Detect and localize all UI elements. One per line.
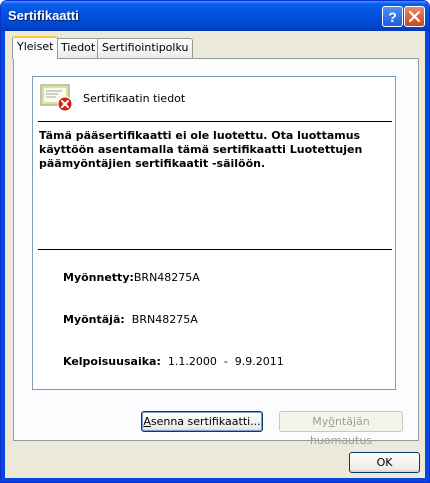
window-frame-bottom	[1, 478, 429, 482]
window-title: Sertifikaatti	[8, 8, 79, 23]
validity-label: Kelpoisuusaika:	[63, 355, 161, 368]
divider	[38, 249, 392, 250]
issued-by-label: Myöntäjä:	[63, 313, 125, 326]
issued-by-value: BRN48275A	[131, 313, 198, 326]
tab-label: Sertifiointipolku	[102, 41, 189, 54]
close-button[interactable]	[404, 6, 425, 27]
certificate-error-icon	[40, 84, 73, 112]
info-header-title: Sertifikaatin tiedot	[83, 92, 186, 105]
ok-button[interactable]: OK	[349, 452, 420, 473]
tab-details[interactable]: Tiedot	[56, 38, 101, 58]
help-icon: ?	[388, 8, 397, 25]
window-frame-right	[425, 31, 429, 482]
title-bar[interactable]: Sertifikaatti ?	[1, 1, 429, 31]
issued-by-row: Myöntäjä: BRN48275A	[63, 313, 198, 326]
divider	[38, 121, 392, 122]
mnemonic-char: A	[143, 415, 151, 428]
issued-to-row: Myönnetty:BRN48275A	[63, 271, 200, 284]
tab-general[interactable]: Yleiset	[12, 36, 59, 59]
tab-label: Yleiset	[17, 40, 54, 53]
trust-warning-text: Tämä pääsertifikaatti ei ole luotettu. O…	[39, 129, 363, 170]
button-label: My	[312, 415, 329, 428]
validity-row: Kelpoisuusaika: 1.1.2000 - 9.9.2011	[63, 355, 284, 368]
help-button[interactable]: ?	[382, 6, 403, 27]
install-certificate-button[interactable]: Asenna sertifikaatti...	[141, 411, 263, 432]
tab-certification-path[interactable]: Sertifiointipolku	[97, 38, 194, 58]
tab-label: Tiedot	[61, 41, 96, 54]
validity-value: 1.1.2000 - 9.9.2011	[167, 355, 284, 368]
certificate-dialog: Sertifikaatti ? Yleiset Tiedot Sertifioi…	[0, 0, 430, 483]
mnemonic-char: ö	[328, 415, 335, 428]
issued-to-value: BRN48275A	[133, 271, 200, 284]
issued-to-label: Myönnetty:	[63, 271, 134, 284]
button-label: senna sertifikaatti...	[150, 415, 261, 428]
window-frame-left	[1, 31, 5, 482]
issuer-statement-button[interactable]: Myöntäjän huomautus	[279, 411, 403, 447]
certificate-info-box: Sertifikaatin tiedot Tämä pääsertifikaat…	[32, 76, 396, 390]
close-icon	[409, 11, 420, 22]
tab-panel-general: Sertifikaatin tiedot Tämä pääsertifikaat…	[13, 58, 419, 447]
